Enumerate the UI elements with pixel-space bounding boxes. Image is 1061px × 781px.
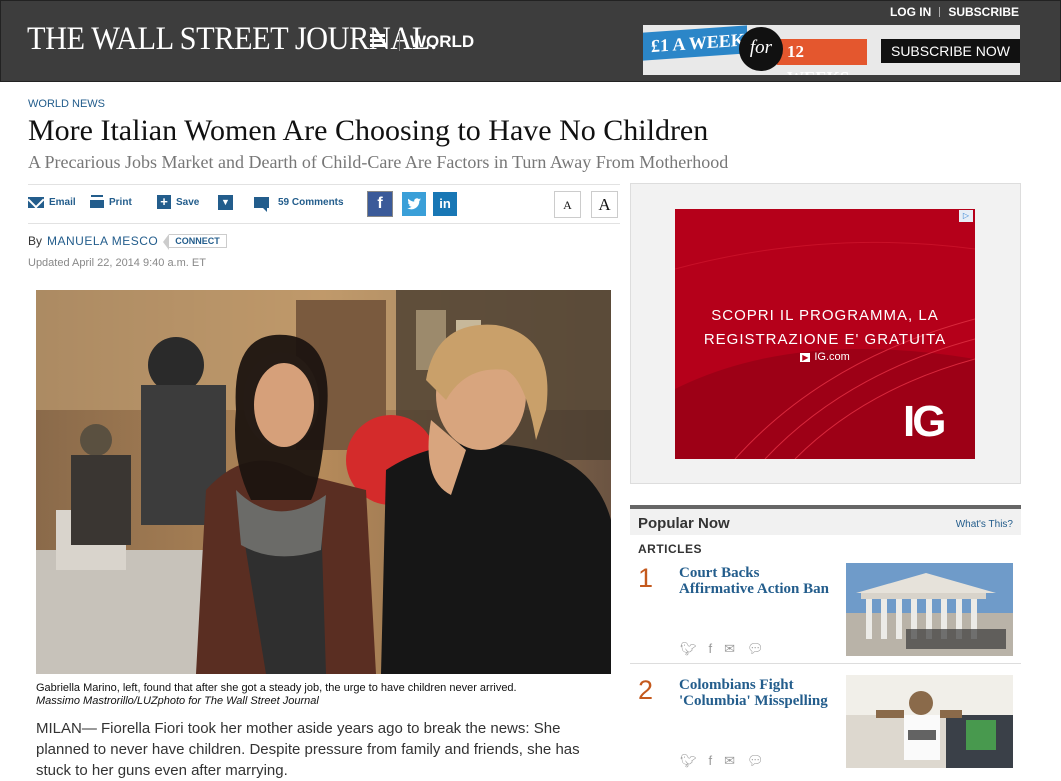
linkedin-icon[interactable]: in bbox=[433, 192, 457, 216]
save-button[interactable]: + Save bbox=[157, 195, 199, 209]
byline-prefix: By bbox=[28, 234, 43, 248]
section-kicker[interactable]: WORLD NEWS bbox=[28, 98, 105, 110]
article-toolbar: Email Print + Save ▼ 59 Comments f in A … bbox=[28, 184, 620, 224]
popular-title: Popular Now bbox=[638, 515, 730, 532]
article-thumbnail[interactable] bbox=[846, 675, 1013, 768]
twitter-icon[interactable]: 🐦︎ bbox=[680, 641, 697, 657]
print-label: Print bbox=[109, 197, 132, 208]
rank-number: 2 bbox=[638, 675, 654, 705]
article-thumbnail[interactable] bbox=[846, 563, 1013, 656]
chevron-down-icon[interactable]: ▼ bbox=[218, 195, 233, 210]
popular-article-link[interactable]: Colombians Fight 'Columbia' Misspelling bbox=[679, 677, 834, 709]
updated-timestamp: Updated April 22, 2014 9:40 a.m. ET bbox=[28, 257, 206, 269]
article-body-paragraph: MILAN— Fiorella Fiori took her mother as… bbox=[36, 720, 580, 779]
twitter-icon[interactable]: 🐦︎ bbox=[680, 753, 697, 769]
print-button[interactable]: Print bbox=[90, 197, 132, 208]
share-icons: 🐦︎ f ✉ 💬︎ bbox=[680, 641, 764, 657]
article-photo[interactable] bbox=[36, 290, 611, 674]
comment-icon[interactable]: 💬︎ bbox=[747, 641, 764, 657]
email-icon[interactable]: ✉ bbox=[724, 641, 735, 657]
font-larger-button[interactable]: A bbox=[591, 191, 618, 218]
promo-price: £1 A WEEK bbox=[643, 25, 747, 61]
envelope-icon bbox=[28, 197, 44, 208]
email-button[interactable]: Email bbox=[28, 197, 76, 208]
facebook-icon[interactable]: f bbox=[709, 641, 713, 657]
printer-icon bbox=[90, 197, 104, 208]
adchoices-icon[interactable]: ▷ bbox=[959, 210, 973, 222]
photo-caption: Gabriella Marino, left, found that after… bbox=[36, 682, 611, 708]
ad-url-text: IG.com bbox=[814, 351, 850, 363]
site-header: THE WALL STREET JOURNAL. WORLD LOG IN SU… bbox=[0, 0, 1061, 82]
subscribe-link[interactable]: SUBSCRIBE bbox=[948, 5, 1019, 19]
advertisement[interactable]: ▷ SCOPRI IL PROGRAMMA, LA REGISTRAZIONE … bbox=[675, 209, 975, 459]
article-headline: More Italian Women Are Choosing to Have … bbox=[28, 114, 709, 147]
save-label: Save bbox=[176, 196, 200, 208]
article-subhead: A Precarious Jobs Market and Dearth of C… bbox=[28, 152, 729, 172]
play-icon: ▶ bbox=[800, 353, 811, 362]
connect-button[interactable]: CONNECT bbox=[163, 234, 227, 250]
comments-count: 59 Comments bbox=[278, 197, 344, 208]
articles-label: ARTICLES bbox=[638, 542, 702, 556]
email-label: Email bbox=[49, 197, 76, 208]
photo-credit: Massimo Mastrorillo/LUZphoto for The Wal… bbox=[36, 695, 319, 707]
email-icon[interactable]: ✉ bbox=[724, 753, 735, 769]
facebook-icon[interactable]: f bbox=[709, 753, 713, 769]
subscribe-now-button[interactable]: SUBSCRIBE NOW bbox=[881, 39, 1020, 63]
menu-icon[interactable] bbox=[370, 34, 385, 47]
popular-item: 1 Court Backs Affirmative Action Ban 🐦︎ … bbox=[630, 563, 1021, 668]
subscription-promo-banner[interactable]: £1 A WEEK 12 WEEKS for SUBSCRIBE NOW bbox=[643, 25, 1020, 75]
author-link[interactable]: MANUELA MESCO bbox=[47, 234, 158, 248]
comment-icon[interactable]: 💬︎ bbox=[747, 753, 764, 769]
ad-url: ▶ IG.com bbox=[675, 351, 975, 363]
divider bbox=[939, 7, 941, 17]
popular-now-module: Popular Now What's This? ARTICLES 1 Cour… bbox=[630, 505, 1021, 768]
popular-item: 2 Colombians Fight 'Columbia' Misspellin… bbox=[630, 675, 1021, 780]
share-icons: 🐦︎ f ✉ 💬︎ bbox=[680, 753, 764, 769]
popular-article-link[interactable]: Court Backs Affirmative Action Ban bbox=[679, 565, 834, 597]
caption-text: Gabriella Marino, left, found that after… bbox=[36, 682, 517, 694]
comment-icon bbox=[254, 197, 269, 212]
login-link[interactable]: LOG IN bbox=[890, 5, 931, 19]
twitter-icon[interactable] bbox=[402, 192, 426, 216]
comments-button[interactable]: 59 Comments bbox=[254, 197, 344, 212]
divider bbox=[399, 31, 400, 51]
ig-logo: IG bbox=[903, 397, 946, 446]
plus-icon: + bbox=[157, 195, 171, 209]
rank-number: 1 bbox=[638, 563, 654, 593]
byline: By MANUELA MESCO CONNECT bbox=[28, 234, 227, 250]
promo-for-badge: for bbox=[739, 27, 783, 71]
promo-duration: 12 WEEKS bbox=[777, 39, 867, 75]
font-smaller-button[interactable]: A bbox=[554, 191, 581, 218]
whats-this-link[interactable]: What's This? bbox=[956, 519, 1013, 530]
popular-header: Popular Now What's This? bbox=[630, 505, 1021, 535]
section-title[interactable]: WORLD bbox=[410, 32, 474, 52]
divider bbox=[630, 663, 1021, 664]
ad-line-2: REGISTRAZIONE E' GRATUITA bbox=[703, 331, 947, 348]
account-links: LOG IN SUBSCRIBE bbox=[890, 5, 1019, 19]
ad-line-1: SCOPRI IL PROGRAMMA, LA bbox=[711, 307, 939, 324]
facebook-icon[interactable]: f bbox=[367, 191, 393, 217]
ad-headline: SCOPRI IL PROGRAMMA, LA REGISTRAZIONE E'… bbox=[675, 304, 975, 352]
